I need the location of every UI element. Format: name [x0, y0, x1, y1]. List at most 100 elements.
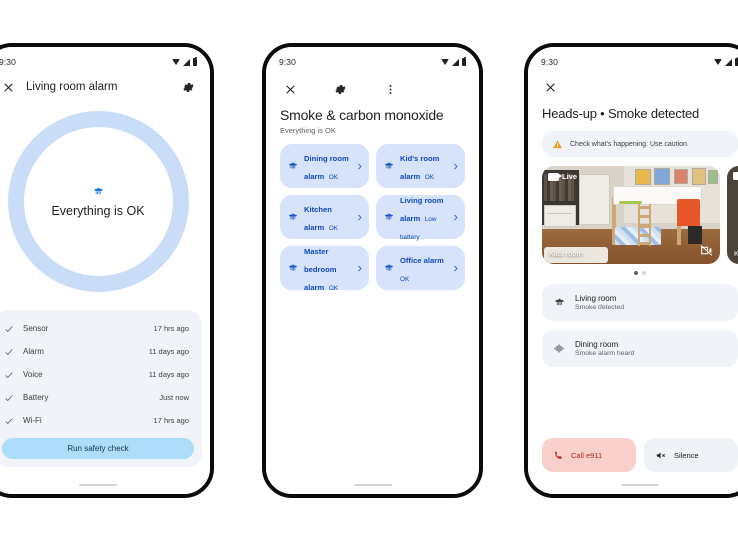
gear-icon[interactable]: [330, 79, 350, 99]
device-name: Office alarm: [400, 256, 444, 265]
camera-tile[interactable]: Kitchen: [727, 166, 738, 264]
signal-icon: [725, 58, 732, 66]
device-tile-text: Kitchen alarm OK: [304, 199, 350, 235]
event-name: Living room: [575, 293, 617, 303]
check-time: 11 days ago: [148, 370, 189, 379]
smoke-detector-icon: [383, 211, 395, 223]
status-clock: 9:30: [0, 57, 16, 67]
page-subtitle: Everything is OK: [280, 126, 336, 135]
safety-checklist-panel: Sensor 17 hrs ago Alarm 11 days ago Voic…: [0, 310, 202, 467]
warning-triangle-icon: [552, 139, 563, 150]
event-row[interactable]: Living room Smoke detected: [542, 284, 738, 321]
camera-name: Kids room: [549, 249, 583, 258]
status-clock: 9:30: [279, 57, 296, 67]
close-icon[interactable]: [540, 77, 560, 97]
live-label: Live: [562, 172, 578, 181]
device-state: OK: [400, 276, 410, 283]
phone2-app-bar: [266, 71, 479, 99]
device-tile[interactable]: Kid's room alarm OK: [376, 144, 465, 188]
check-icon: [4, 393, 19, 403]
smoke-detector-icon: [383, 262, 395, 274]
list-item[interactable]: Wi-Fi 17 hrs ago: [2, 409, 194, 432]
device-tile-text: Living room alarm Low battery: [400, 190, 446, 244]
silence-button[interactable]: Silence: [644, 438, 738, 472]
chevron-right-icon: [355, 264, 364, 273]
phone1-screen: 9:30 Living room alarm Everything is OK …: [0, 47, 210, 494]
device-tile[interactable]: Office alarm OK: [376, 246, 465, 290]
check-time: 11 days ago: [148, 347, 189, 356]
device-state: OK: [328, 174, 338, 181]
list-item[interactable]: Sensor 17 hrs ago: [2, 317, 194, 340]
list-item[interactable]: Voice 11 days ago: [2, 363, 194, 386]
home-indicator: [353, 483, 392, 486]
carousel-dot-active[interactable]: [634, 271, 638, 275]
phone2-screen: 9:30 Smoke & carbon monoxide Everything …: [266, 47, 479, 494]
phone-mockup-alarm-detail: 9:30 Living room alarm Everything is OK …: [0, 43, 214, 498]
device-tile[interactable]: Kitchen alarm OK: [280, 195, 369, 239]
status-ring-content: Everything is OK: [8, 111, 189, 292]
event-row-text: Dining room Smoke alarm heard: [575, 340, 634, 358]
check-label: Wi-Fi: [23, 416, 42, 425]
status-icons: [713, 57, 738, 66]
device-tile-grid: Dining room alarm OK Kid's room alarm OK: [266, 135, 479, 292]
status-ring-label: Everything is OK: [51, 204, 145, 218]
chevron-right-icon: [451, 162, 460, 171]
wifi-icon: [171, 58, 181, 66]
caution-banner-text: Check what's happening. Use caution.: [570, 140, 689, 148]
list-item[interactable]: Alarm 11 days ago: [2, 340, 194, 363]
run-safety-check-button[interactable]: Run safety check: [2, 438, 194, 459]
list-item[interactable]: Battery Just now: [2, 386, 194, 409]
event-row[interactable]: Dining room Smoke alarm heard: [542, 330, 738, 367]
battery-icon: [734, 57, 738, 66]
wifi-icon: [440, 58, 450, 66]
device-tile[interactable]: Dining room alarm OK: [280, 144, 369, 188]
device-state: OK: [424, 174, 434, 181]
device-tile[interactable]: Master bedroom alarm OK: [280, 246, 369, 292]
device-tile-text: Dining room alarm OK: [304, 148, 350, 184]
camera-off-icon[interactable]: [700, 244, 713, 257]
status-icons: [440, 57, 466, 66]
volume-off-icon: [655, 450, 667, 461]
call-e911-label: Call e911: [571, 450, 603, 460]
more-vertical-icon[interactable]: [380, 79, 400, 99]
device-tile[interactable]: Living room alarm Low battery: [376, 195, 465, 241]
battery-icon: [192, 57, 197, 66]
close-icon[interactable]: [0, 77, 18, 97]
check-icon: [4, 416, 19, 426]
camera-tile[interactable]: Live Kids room: [542, 166, 720, 264]
phone3-screen: 9:30 Heads-up • Smoke detected Check wha…: [528, 47, 738, 494]
device-name: Dining room alarm: [304, 154, 349, 181]
close-icon[interactable]: [280, 79, 300, 99]
signal-icon: [452, 58, 459, 66]
device-tile-text: Office alarm OK: [400, 250, 446, 286]
smoke-detector-icon: [92, 185, 105, 198]
check-icon: [4, 347, 19, 357]
home-indicator: [621, 483, 659, 486]
phone-mockup-alert: 9:30 Heads-up • Smoke detected Check wha…: [524, 43, 738, 498]
event-detail: Smoke alarm heard: [575, 350, 635, 358]
status-ring: Everything is OK: [7, 111, 189, 292]
gear-icon[interactable]: [178, 77, 198, 97]
phone-icon: [553, 450, 564, 461]
camera-carousel[interactable]: Live Kids room: [528, 166, 738, 264]
phone3-app-bar: [528, 71, 738, 97]
phone1-app-bar: Living room alarm: [0, 71, 210, 97]
camera-name: Kitchen: [734, 249, 738, 258]
call-e911-button[interactable]: Call e911: [542, 438, 636, 472]
status-bar: 9:30: [0, 47, 210, 71]
page-title: Living room alarm: [26, 81, 118, 93]
smoke-detector-icon: [287, 211, 299, 223]
check-time: 17 hrs ago: [153, 324, 189, 333]
status-icons: [171, 57, 197, 66]
page-title: Smoke & carbon monoxide: [280, 107, 444, 123]
carousel-dot[interactable]: [642, 271, 646, 275]
carousel-dots[interactable]: [528, 271, 738, 275]
chevron-right-icon: [451, 264, 460, 273]
chevron-right-icon: [355, 162, 364, 171]
device-state: OK: [328, 285, 338, 292]
phone-mockup-device-list: 9:30 Smoke & carbon monoxide Everything …: [262, 43, 483, 498]
device-name: Kitchen alarm: [304, 205, 332, 232]
caution-banner: Check what's happening. Use caution.: [542, 131, 738, 157]
smoke-detector-icon: [383, 160, 395, 172]
chevron-right-icon: [355, 213, 364, 222]
